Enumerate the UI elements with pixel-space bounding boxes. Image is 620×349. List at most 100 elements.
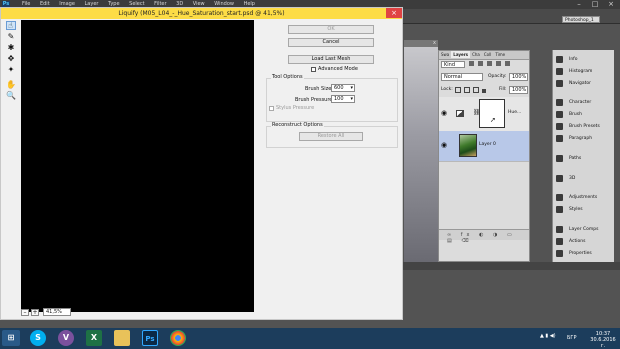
file-explorer-icon[interactable] xyxy=(114,330,130,346)
brush-pressure-field[interactable]: 100 ▾ xyxy=(331,95,355,103)
liquify-preview-canvas[interactable] xyxy=(21,20,254,312)
liquify-dialog: Liquify (M05_L04_-_Hue_Saturation_start.… xyxy=(0,7,403,320)
lock-label: Lock: xyxy=(441,87,453,92)
layers-footer: ∞ fx ◐ ◑ ▭ ▤ ⌫ xyxy=(439,229,529,244)
dialog-close-icon[interactable]: × xyxy=(386,8,402,18)
lock-icons[interactable] xyxy=(455,87,486,95)
tray-icons[interactable]: ▲ ▮ ◀) xyxy=(540,333,556,339)
tab-color[interactable]: Coll xyxy=(482,51,493,58)
dock-item-paths[interactable]: Paths xyxy=(553,154,614,163)
blend-mode-select[interactable]: Normal xyxy=(441,73,483,81)
layer-action-icons[interactable]: ∞ fx ◐ ◑ ▭ ▤ ⌫ xyxy=(447,232,529,244)
advanced-mode-label: Advanced Mode xyxy=(318,66,358,72)
ok-button[interactable]: OK xyxy=(288,25,374,34)
layer-row-layer0[interactable]: ◉ Layer 0 xyxy=(439,131,529,162)
dock-item-brush[interactable]: Brush xyxy=(553,110,614,119)
workspace-select[interactable]: Photoshop_1 xyxy=(562,16,600,23)
tab-close-icon[interactable]: x xyxy=(433,40,436,46)
document-tab[interactable]: x xyxy=(404,40,438,47)
tab-swatches[interactable]: Swa xyxy=(439,51,451,58)
layer-thumbnail-parrot[interactable] xyxy=(459,134,477,157)
paragraph-icon xyxy=(556,135,563,142)
filter-kind-label: Kind xyxy=(444,62,456,68)
layer-mask-thumbnail[interactable]: ➚ xyxy=(479,99,505,128)
layer-name[interactable]: Layer 0 xyxy=(479,142,496,147)
filter-icons[interactable] xyxy=(469,61,525,68)
restore-all-button[interactable]: Restore All xyxy=(299,132,363,141)
zoom-tool-icon[interactable]: 🔍 xyxy=(6,91,16,100)
dropdown-arrow-icon[interactable]: ▾ xyxy=(350,85,353,91)
stylus-pressure-checkbox[interactable] xyxy=(269,106,274,111)
language-indicator[interactable]: БГР xyxy=(567,335,577,341)
actions-icon xyxy=(556,238,563,245)
reconstruct-options-title: Reconstruct Options xyxy=(271,122,324,128)
opacity-field[interactable]: 100% xyxy=(509,73,528,81)
tab-layers[interactable]: Layers xyxy=(451,51,471,58)
dock-item-character[interactable]: Character xyxy=(553,98,614,107)
dock-item-styles[interactable]: Styles xyxy=(553,205,614,214)
adjustment-layer-icon xyxy=(456,110,464,117)
layer-name[interactable]: Hue... xyxy=(508,110,521,115)
dock-item-brush-presets[interactable]: Brush Presets xyxy=(553,122,614,131)
dock-item-3d[interactable]: 3D xyxy=(553,174,614,183)
hand-tool-icon[interactable]: ✋ xyxy=(6,80,16,89)
dialog-titlebar[interactable]: Liquify (M05_L04_-_Hue_Saturation_start.… xyxy=(1,8,402,19)
3d-icon xyxy=(556,175,563,182)
clock[interactable]: 10:37 30.6.2016 г. xyxy=(589,331,617,349)
brush-size-field[interactable]: 600 ▾ xyxy=(331,84,355,92)
twirl-tool-icon[interactable]: ✱ xyxy=(6,43,16,52)
tab-channels[interactable]: Cha xyxy=(470,51,482,58)
reconstruct-tool-icon[interactable]: ✎ xyxy=(6,32,16,41)
dock-item-adjustments[interactable]: Adjustments xyxy=(553,193,614,202)
opacity-label: Opacity: xyxy=(488,74,507,79)
advanced-mode-checkbox[interactable] xyxy=(311,67,316,72)
clock-date: 30.6.2016 г. xyxy=(590,337,616,349)
brush-pressure-label: Brush Pressure: xyxy=(295,97,335,103)
layer-comps-icon xyxy=(556,226,563,233)
excel-app-icon[interactable]: X xyxy=(86,330,102,346)
paths-icon xyxy=(556,155,563,162)
cancel-button[interactable]: Cancel xyxy=(288,38,374,47)
viber-app-icon[interactable]: V xyxy=(58,330,74,346)
forward-warp-tool-icon[interactable]: ☝ xyxy=(6,21,16,30)
photoshop-app-icon[interactable]: Ps xyxy=(142,330,158,346)
visibility-eye-icon[interactable]: ◉ xyxy=(440,141,448,149)
start-button[interactable]: ⊞ xyxy=(2,330,20,346)
zoom-in-button[interactable]: + xyxy=(31,309,39,316)
zoom-out-button[interactable]: – xyxy=(21,309,29,316)
visibility-eye-icon[interactable]: ◉ xyxy=(440,109,448,117)
info-icon xyxy=(556,56,563,63)
dock-item-histogram[interactable]: Histogram xyxy=(553,67,614,76)
stylus-pressure-label: Stylus Pressure xyxy=(276,105,315,111)
character-icon xyxy=(556,99,563,106)
dock-item-properties[interactable]: Properties xyxy=(553,249,614,258)
tab-timeline[interactable]: Time xyxy=(493,51,507,58)
dropdown-arrow-icon[interactable]: ▾ xyxy=(350,96,353,102)
fill-field[interactable]: 100% xyxy=(509,86,528,94)
dock-item-navigator[interactable]: Navigator xyxy=(553,79,614,88)
right-panel-dock: Info Histogram Navigator Character Brush… xyxy=(552,50,614,262)
dialog-title: Liquify (M05_L04_-_Hue_Saturation_start.… xyxy=(118,10,285,17)
bloat-tool-icon[interactable]: ✦ xyxy=(6,65,16,74)
document-canvas[interactable] xyxy=(404,47,438,262)
skype-app-icon[interactable]: S xyxy=(30,330,46,346)
dock-item-layer-comps[interactable]: Layer Comps xyxy=(553,225,614,234)
chrome-app-icon[interactable] xyxy=(170,330,186,346)
minimize-icon[interactable]: – xyxy=(574,0,584,9)
brush-size-label: Brush Size: xyxy=(305,86,333,92)
dock-item-info[interactable]: Info xyxy=(553,55,614,64)
photoshop-status-area xyxy=(403,262,620,270)
dock-item-actions[interactable]: Actions xyxy=(553,237,614,246)
layers-panel: Swa Layers Cha Coll Time Kind Normal Opacity… xyxy=(438,50,530,262)
maximize-icon[interactable]: □ xyxy=(590,0,600,9)
navigator-icon xyxy=(556,80,563,87)
dock-item-paragraph[interactable]: Paragraph xyxy=(553,134,614,143)
load-last-mesh-button[interactable]: Load Last Mesh xyxy=(288,55,374,64)
filter-kind-select[interactable]: Kind xyxy=(441,61,465,68)
layer-row-hue[interactable]: ◉ ⛓ ➚ Hue... xyxy=(439,97,529,132)
close-window-icon[interactable]: × xyxy=(606,0,616,9)
pucker-tool-icon[interactable]: ✥ xyxy=(6,54,16,63)
chain-link-icon[interactable]: ⛓ xyxy=(473,109,481,117)
zoom-select[interactable]: 41,5% xyxy=(43,308,71,316)
brush-size-value: 600 xyxy=(334,85,344,91)
